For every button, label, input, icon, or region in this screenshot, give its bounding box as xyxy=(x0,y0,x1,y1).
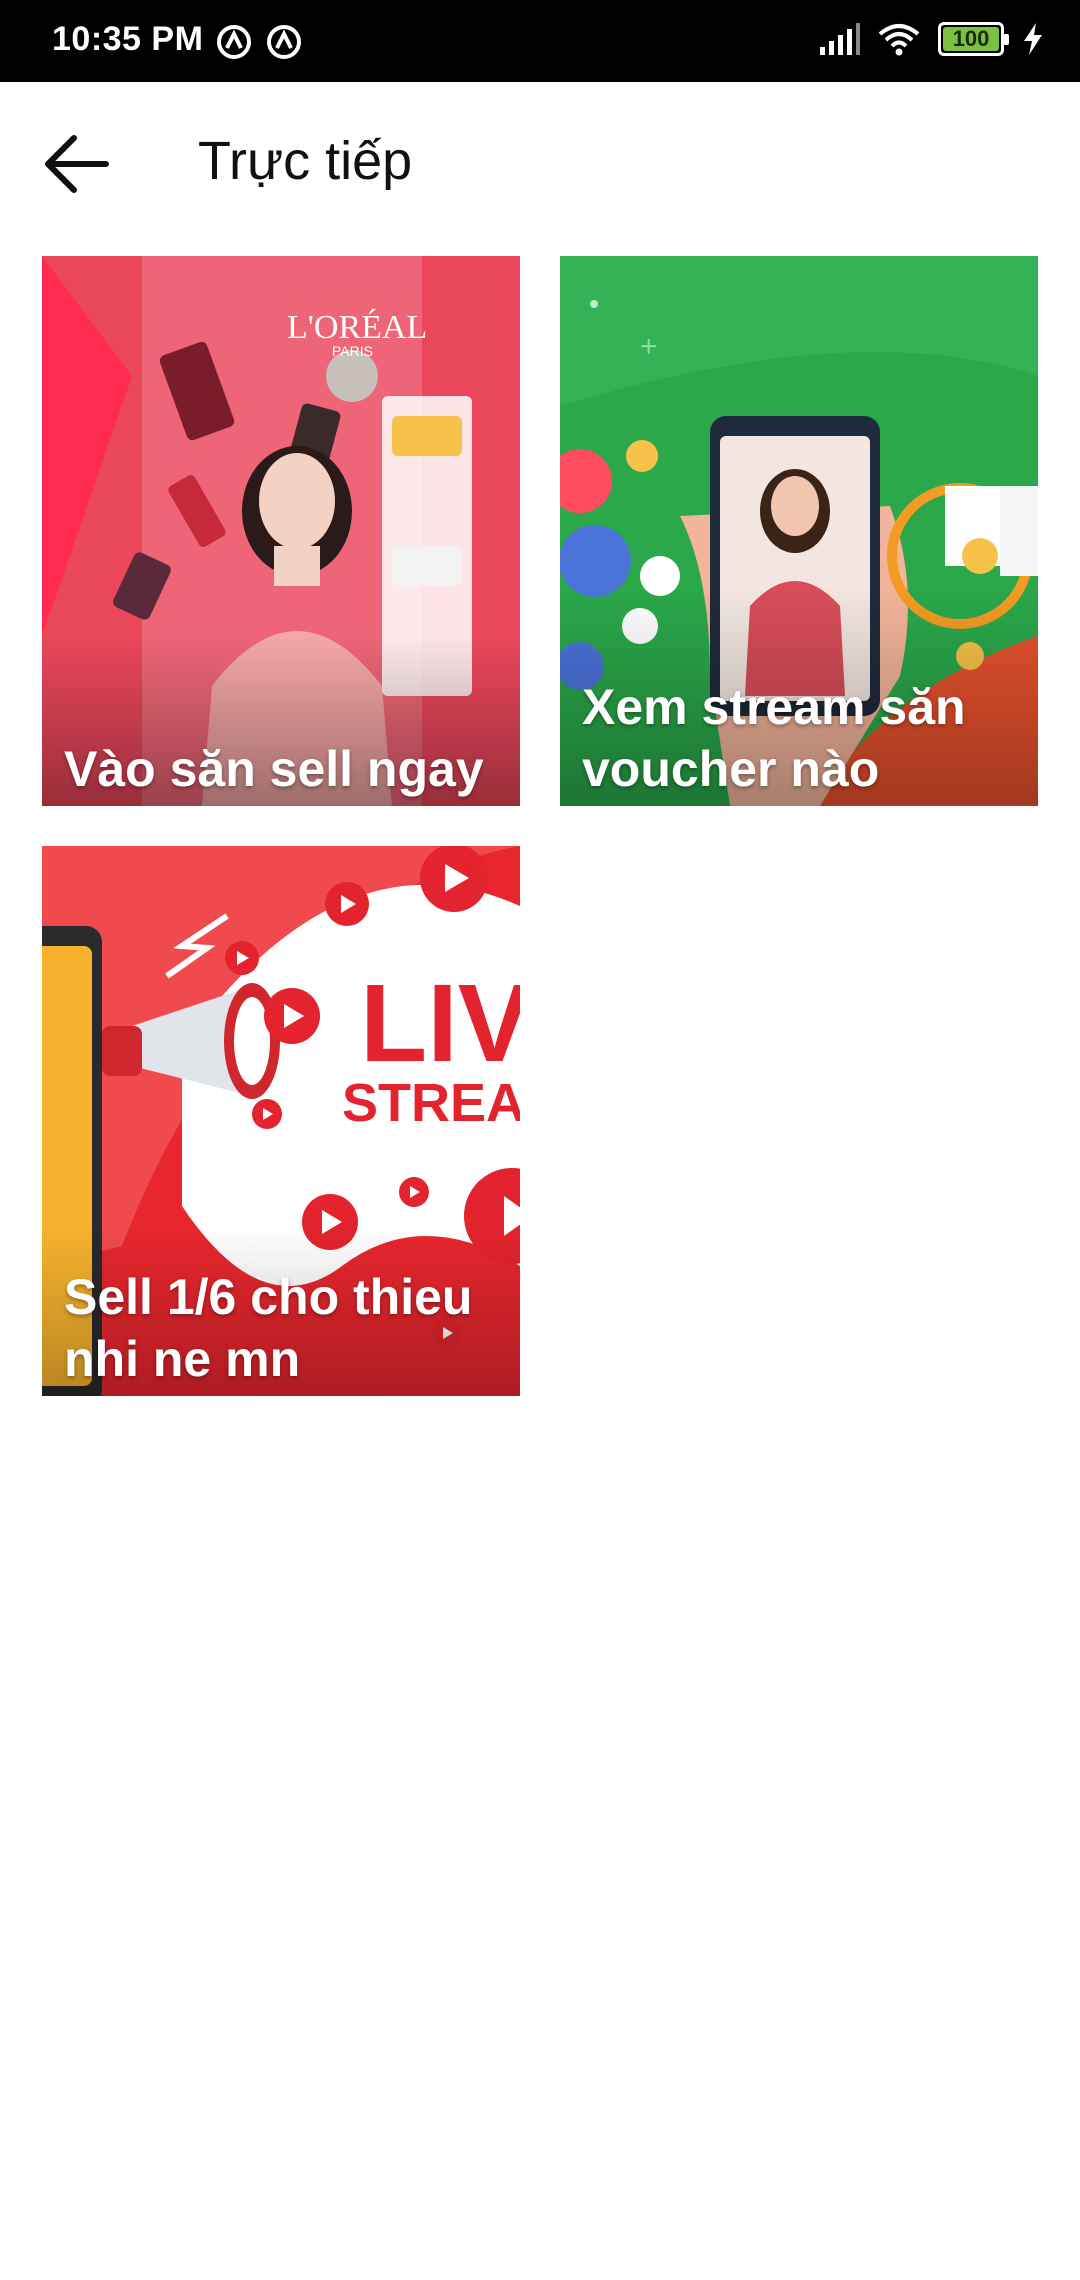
wifi-icon xyxy=(878,24,920,56)
status-time: 10:35 PM xyxy=(52,20,204,58)
livestream-card-title: Sell 1/6 cho thieu nhi ne mn xyxy=(64,1269,473,1387)
brand-logo-subtext: PARIS xyxy=(332,343,373,359)
battery-level-text: 100 xyxy=(952,26,990,51)
battery-icon: 100 xyxy=(938,22,1009,56)
livestream-card-title: Xem stream săn voucher nào xyxy=(582,679,966,797)
signal-icon xyxy=(820,23,860,55)
notification-app-icon xyxy=(267,25,301,59)
livestream-card[interactable]: LIV STREA Sell 1/6 cho thieu nhi ne mn xyxy=(42,846,520,1396)
livestream-banner-text: LIV xyxy=(360,962,520,1085)
livestream-card-title: Vào săn sell ngay xyxy=(64,741,484,797)
livestream-card[interactable]: + Xem stream săn voucher nào xyxy=(560,256,1038,806)
app-bar: Trực tiếp xyxy=(0,82,1080,242)
status-right-icons: 100 xyxy=(818,22,1044,56)
status-bar: 10:35 PM 100 xyxy=(0,0,1080,82)
livestream-banner-text: STREA xyxy=(342,1073,520,1133)
arrow-left-icon xyxy=(45,135,109,193)
notification-icons xyxy=(216,24,302,60)
livestream-grid: L'ORÉAL PARIS Vào săn sell ngay + Xem st… xyxy=(42,256,1038,1396)
notification-app-icon xyxy=(217,25,251,59)
page-title: Trực tiếp xyxy=(198,131,413,191)
charging-icon xyxy=(1024,23,1042,55)
svg-text:+: + xyxy=(640,330,658,363)
livestream-card[interactable]: L'ORÉAL PARIS Vào săn sell ngay xyxy=(42,256,520,806)
livestream-thumbnail: L'ORÉAL PARIS xyxy=(42,256,520,806)
brand-logo-text: L'ORÉAL xyxy=(287,309,427,346)
back-button[interactable] xyxy=(36,124,116,204)
